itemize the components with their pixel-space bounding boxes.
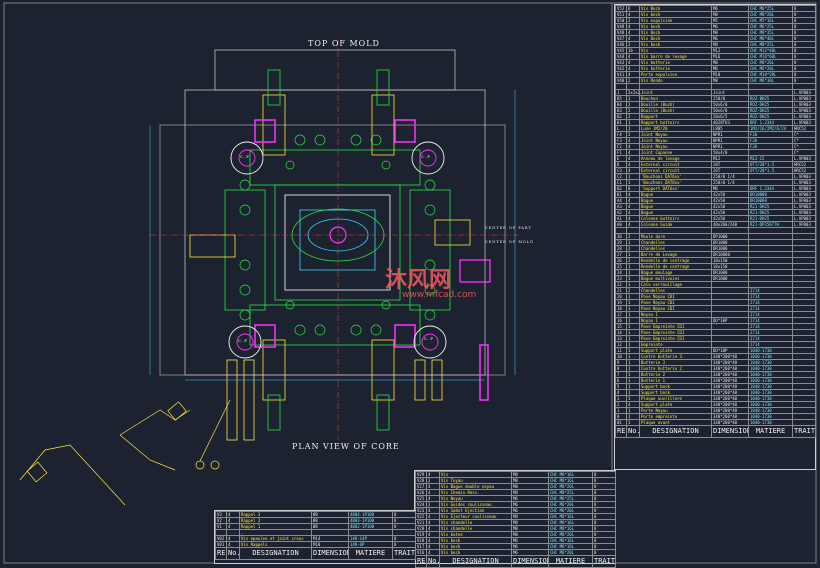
bom-left-header: REP No. DESIGNATION DIMENSIONS MATIERE T…	[215, 547, 416, 560]
bom-table-bottom-mid: V29 4 Vis M8 CHC M8*16L 8 V28 2 Vis Tuyau M8 CHC M…	[414, 470, 616, 568]
watermark-url: www.mfcad.com	[402, 290, 477, 300]
callout-cp-tl: C.P	[240, 154, 250, 159]
callout-center-mold: CENTER OF MOLD	[485, 240, 534, 244]
table-row: L 1 Lune 1M2/20 L805 1M2/16/2M2/6/24 HRC52	[615, 125, 816, 132]
mold-plan-view	[149, 40, 520, 441]
callout-cp-bl: C.P	[238, 338, 248, 343]
callout-cp-tr: C.P	[421, 154, 431, 159]
bom-table-right: V52 6 Vis Bock M6 CHC M6*25L 8 V51 4 Vis bock M8 C…	[614, 4, 816, 470]
top-rail	[214, 49, 456, 91]
table-cell: 2x2x2x4	[626, 89, 640, 96]
callout-center-part: CENTER OF PART	[485, 226, 532, 230]
clamp-plate	[159, 124, 506, 376]
bom-right-header: REP No. DESIGNATION DIMENSIONS MATIERE T…	[615, 425, 816, 438]
plan-view-label: PLAN VIEW OF CORE	[292, 442, 400, 451]
mold-base	[184, 89, 486, 376]
table-cell: Vis epaulee et joint crous	[239, 535, 312, 542]
detail-sketch	[19, 399, 231, 506]
callout-cp-br: C.P	[424, 336, 434, 341]
table-cell: 1M2/16/2M2/6/24	[748, 125, 793, 132]
bom-table-bottom-left: V3 4 Rappel 3 Ø8 4004-1P100 8 V2 4 Rappel 2 Ø8 400…	[214, 510, 416, 564]
guide-pillar-br	[413, 325, 447, 359]
top-of-mold-label: TOP OF MOLD	[308, 39, 380, 48]
